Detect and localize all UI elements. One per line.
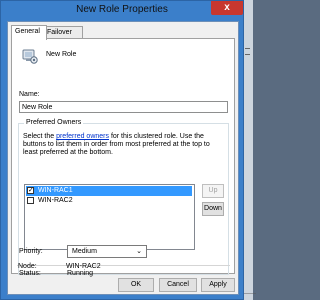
chevron-down-icon: ⌄ (136, 248, 142, 255)
background-window-edge-text: —— (244, 291, 256, 297)
window-title: New Role Properties (76, 4, 168, 15)
background-window-marker (245, 48, 250, 55)
owner-name: WIN-RAC1 (38, 187, 73, 194)
down-button[interactable]: Down (202, 202, 224, 216)
priority-label: Priority: (19, 248, 43, 255)
tab-general[interactable]: General (11, 25, 47, 40)
background-window-edge: —— (244, 0, 256, 300)
list-item-win-rac1[interactable]: ✓ WIN-RAC1 (26, 186, 192, 196)
status-value: Running (67, 270, 94, 277)
owner-checkbox-win-rac1[interactable]: ✓ (27, 187, 34, 194)
close-button[interactable]: x (211, 1, 243, 15)
role-header-name: New Role (46, 51, 77, 58)
priority-dropdown[interactable]: Medium ⌄ (67, 245, 147, 258)
ok-button[interactable]: OK (118, 278, 154, 292)
preferred-owners-desc-before: Select the (23, 133, 57, 140)
owner-checkbox-win-rac2[interactable] (27, 197, 34, 204)
cluster-role-icon (22, 49, 38, 64)
status-label: Status: (19, 270, 41, 277)
properties-dialog: New Role Properties x General Failover N… (0, 0, 244, 300)
preferred-owners-description: Select the preferred owners for this clu… (23, 133, 223, 157)
divider (17, 265, 230, 266)
name-label: Name: (19, 91, 40, 98)
name-field-value: New Role (22, 104, 53, 111)
preferred-owners-link[interactable]: preferred owners (56, 133, 109, 140)
cancel-button[interactable]: Cancel (159, 278, 197, 292)
node-value: WIN-RAC2 (66, 263, 101, 270)
up-button[interactable]: Up (202, 184, 224, 198)
apply-button[interactable]: Apply (201, 278, 235, 292)
list-item-win-rac2[interactable]: WIN-RAC2 (26, 196, 192, 206)
dialog-client-area: General Failover New Role Name: New Role… (7, 21, 239, 295)
priority-value: Medium (72, 248, 97, 255)
general-tab-panel: New Role Name: New Role Preferred Owners… (11, 38, 235, 277)
owner-name: WIN-RAC2 (38, 197, 73, 204)
preferred-owners-legend: Preferred Owners (24, 119, 84, 126)
close-icon: x (224, 2, 230, 13)
title-bar[interactable]: New Role Properties x (1, 1, 243, 20)
node-label: Node: (18, 263, 37, 270)
name-field[interactable]: New Role (19, 101, 228, 113)
preferred-owners-list[interactable]: ✓ WIN-RAC1 WIN-RAC2 (24, 184, 195, 250)
